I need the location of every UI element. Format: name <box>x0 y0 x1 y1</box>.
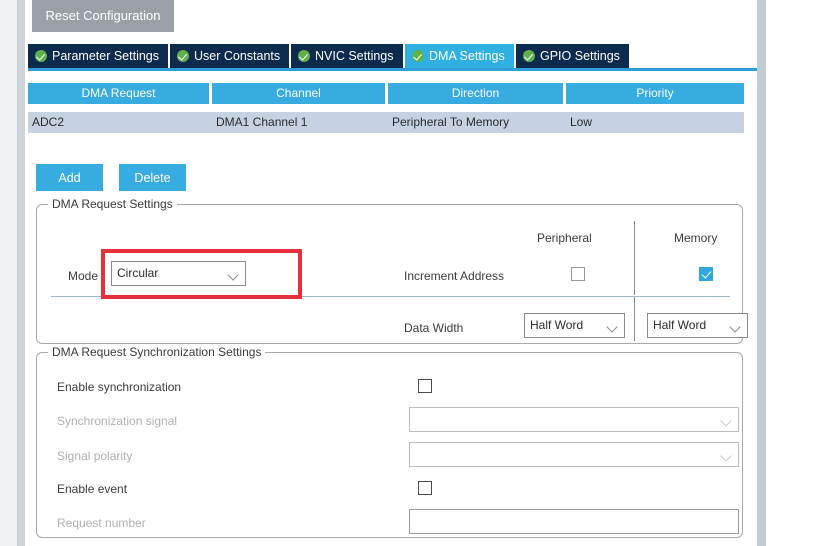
check-circle-icon <box>298 50 310 62</box>
request-number-label: Request number <box>57 516 146 530</box>
tab-gpio-settings[interactable]: GPIO Settings <box>516 44 631 68</box>
data-width-peripheral-dropdown[interactable]: Half Word <box>524 313 625 338</box>
request-number-input[interactable] <box>409 509 739 534</box>
tab-underline <box>28 68 757 71</box>
column-header-channel[interactable]: Channel <box>212 83 388 104</box>
increment-address-memory-checkbox[interactable] <box>699 267 713 281</box>
enable-synchronization-checkbox[interactable] <box>418 379 432 393</box>
tab-label: DMA Settings <box>429 49 505 63</box>
memory-column-header: Memory <box>674 231 718 245</box>
settings-tabbar: Parameter Settings User Constants NVIC S… <box>28 44 757 71</box>
increment-address-label: Increment Address <box>404 269 505 283</box>
data-width-label: Data Width <box>404 321 464 335</box>
enable-event-checkbox[interactable] <box>418 481 432 495</box>
right-empty-pane <box>766 0 825 546</box>
tab-dma-settings[interactable]: DMA Settings <box>405 44 516 68</box>
table-header-row: DMA Request Channel Direction Priority <box>28 83 747 104</box>
right-splitter[interactable] <box>757 0 766 546</box>
enable-event-label: Enable event <box>57 482 128 496</box>
data-width-memory-value: Half Word <box>653 318 707 332</box>
enable-synchronization-label: Enable synchronization <box>57 380 182 394</box>
cell-priority[interactable]: Low <box>566 112 744 133</box>
peripheral-column-header: Peripheral <box>537 231 592 245</box>
data-width-peripheral-value: Half Word <box>530 318 584 332</box>
column-separator <box>634 221 635 295</box>
group-legend: DMA Request Settings <box>48 197 177 211</box>
signal-polarity-dropdown[interactable] <box>409 442 739 467</box>
dma-settings-panel: Reset Configuration Parameter Settings U… <box>25 0 757 546</box>
panel-splitter[interactable] <box>18 0 25 546</box>
chevron-down-icon <box>720 450 732 462</box>
dma-request-settings-group: DMA Request Settings Peripheral Memory M… <box>36 197 748 344</box>
tab-user-constants[interactable]: User Constants <box>170 44 292 68</box>
synchronization-signal-label: Synchronization signal <box>57 414 178 428</box>
cell-direction[interactable]: Peripheral To Memory <box>388 112 566 133</box>
dma-sync-settings-group: DMA Request Synchronization Settings Ena… <box>36 345 743 538</box>
mode-label: Mode <box>68 269 99 283</box>
check-circle-icon <box>412 50 424 62</box>
check-circle-icon <box>35 50 47 62</box>
data-width-memory-dropdown[interactable]: Half Word <box>647 313 748 338</box>
mode-dropdown[interactable]: Circular <box>111 261 246 286</box>
chevron-down-icon <box>729 321 741 333</box>
chevron-down-icon <box>227 269 239 281</box>
column-header-priority[interactable]: Priority <box>566 83 744 104</box>
tab-label: NVIC Settings <box>315 49 394 63</box>
column-separator-lower <box>634 297 635 341</box>
mode-value: Circular <box>117 266 159 280</box>
delete-button[interactable]: Delete <box>119 164 186 191</box>
tab-nvic-settings[interactable]: NVIC Settings <box>291 44 405 68</box>
table-row[interactable]: ADC2 DMA1 Channel 1 Peripheral To Memory… <box>28 112 747 133</box>
increment-address-peripheral-checkbox[interactable] <box>571 267 585 281</box>
tab-parameter-settings[interactable]: Parameter Settings <box>28 44 170 68</box>
column-header-direction[interactable]: Direction <box>388 83 566 104</box>
section-separator <box>51 296 730 297</box>
add-button[interactable]: Add <box>36 164 103 191</box>
group-legend: DMA Request Synchronization Settings <box>48 345 266 359</box>
left-panel-edge <box>0 0 18 546</box>
synchronization-signal-dropdown[interactable] <box>409 407 739 432</box>
check-circle-icon <box>523 50 535 62</box>
column-header-dma-request[interactable]: DMA Request <box>28 83 212 104</box>
cell-dma-request[interactable]: ADC2 <box>28 112 212 133</box>
tab-label: GPIO Settings <box>540 49 620 63</box>
cell-channel[interactable]: DMA1 Channel 1 <box>212 112 388 133</box>
chevron-down-icon <box>606 321 618 333</box>
chevron-down-icon <box>720 415 732 427</box>
reset-configuration-button[interactable]: Reset Configuration <box>32 0 174 32</box>
check-circle-icon <box>177 50 189 62</box>
dma-request-table: DMA Request Channel Direction Priority A… <box>28 83 747 133</box>
tab-label: Parameter Settings <box>52 49 159 63</box>
tab-label: User Constants <box>194 49 281 63</box>
signal-polarity-label: Signal polarity <box>57 449 133 463</box>
